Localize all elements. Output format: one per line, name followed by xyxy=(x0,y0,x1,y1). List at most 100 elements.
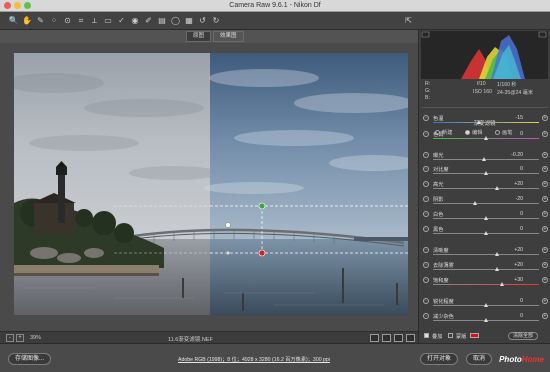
slider-track[interactable] xyxy=(433,269,539,270)
slider-knob[interactable] xyxy=(484,136,488,140)
export-icon[interactable]: ⇱ xyxy=(403,15,414,26)
increase-icon[interactable]: + xyxy=(542,196,548,202)
slider-knob[interactable] xyxy=(499,282,504,286)
increase-icon[interactable]: + xyxy=(542,262,548,268)
decrease-icon[interactable]: - xyxy=(423,226,429,232)
overlay-checkbox[interactable] xyxy=(424,333,429,338)
slider-value[interactable]: 0 xyxy=(520,226,523,232)
spot-removal-icon[interactable]: ✓ xyxy=(116,15,127,26)
slider-knob[interactable] xyxy=(473,201,478,205)
slider-track[interactable] xyxy=(433,188,539,189)
slider-knob[interactable] xyxy=(494,267,499,271)
workflow-options-link[interactable]: Adobe RGB (1998)；8 位；4928 x 3280 (16.2 百… xyxy=(178,356,330,363)
increase-icon[interactable]: + xyxy=(542,131,548,137)
slider-knob[interactable] xyxy=(494,252,499,256)
decrease-icon[interactable]: - xyxy=(423,313,429,319)
slider-value[interactable]: 0 xyxy=(520,298,523,304)
slider-track[interactable] xyxy=(433,159,539,160)
increase-icon[interactable]: + xyxy=(542,152,548,158)
slider-value[interactable]: 0 xyxy=(520,166,523,172)
slider-value[interactable]: -20 xyxy=(516,196,524,202)
overlay-color-swatch[interactable] xyxy=(470,333,479,338)
hand-icon[interactable]: ✋ xyxy=(22,15,33,26)
increase-icon[interactable]: + xyxy=(542,277,548,283)
slider-knob[interactable] xyxy=(484,318,488,322)
increase-icon[interactable]: + xyxy=(542,166,548,172)
slider-value[interactable]: -15 xyxy=(516,115,524,121)
slider-row[interactable]: - 黑色 0 + xyxy=(419,226,550,236)
panel-tabs[interactable] xyxy=(421,107,548,114)
slider-row[interactable]: - 锐化程度 0 + xyxy=(419,298,550,308)
slider-value[interactable]: +20 xyxy=(514,181,523,187)
slider-value[interactable]: 0 xyxy=(520,131,523,137)
increase-icon[interactable]: + xyxy=(542,313,548,319)
slider-row[interactable]: - 高光 +20 + xyxy=(419,181,550,191)
open-object-button[interactable]: 打开对象 xyxy=(420,353,459,365)
clear-all-button[interactable]: 清除全部 xyxy=(508,332,539,340)
increase-icon[interactable]: + xyxy=(542,211,548,217)
decrease-icon[interactable]: - xyxy=(423,166,429,172)
increase-icon[interactable]: + xyxy=(542,298,548,304)
slider-knob[interactable] xyxy=(476,120,481,124)
cancel-button[interactable]: 取消 xyxy=(466,353,493,365)
slider-row[interactable]: - 阴影 -20 + xyxy=(419,196,550,206)
photo-preview[interactable] xyxy=(14,53,408,315)
graduated-filter-icon[interactable]: ▤ xyxy=(157,15,168,26)
mask-checkbox[interactable] xyxy=(448,333,453,338)
slider-row[interactable]: - 去除薄雾 +20 + xyxy=(419,262,550,272)
decrease-icon[interactable]: - xyxy=(423,262,429,268)
decrease-icon[interactable]: - xyxy=(423,247,429,253)
slider-row[interactable]: - 对比度 0 + xyxy=(419,166,550,176)
slider-value[interactable]: -0.20 xyxy=(511,152,523,158)
decrease-icon[interactable]: - xyxy=(423,152,429,158)
adjustment-brush-icon[interactable]: ✐ xyxy=(143,15,154,26)
decrease-icon[interactable]: - xyxy=(423,131,429,137)
slider-row[interactable]: - 白色 0 + xyxy=(419,211,550,221)
increase-icon[interactable]: + xyxy=(542,226,548,232)
preferences-icon[interactable]: ▦ xyxy=(184,15,195,26)
slider-track[interactable] xyxy=(433,254,539,255)
slider-value[interactable]: 0 xyxy=(520,211,523,217)
decrease-icon[interactable]: - xyxy=(423,277,429,283)
slider-track[interactable] xyxy=(433,203,539,204)
save-image-button[interactable]: 存储图像... xyxy=(8,353,52,365)
slider-row[interactable]: - 清晰度 +20 + xyxy=(419,247,550,257)
white-balance-icon[interactable]: ✎ xyxy=(35,15,46,26)
decrease-icon[interactable]: - xyxy=(423,115,429,121)
radial-filter-icon[interactable]: ◯ xyxy=(170,15,181,26)
slider-track[interactable] xyxy=(433,284,539,285)
transform-icon[interactable]: ▭ xyxy=(103,15,114,26)
slider-knob[interactable] xyxy=(484,216,488,220)
straighten-icon[interactable]: ⟂ xyxy=(89,15,100,26)
decrease-icon[interactable]: - xyxy=(423,211,429,217)
slider-row[interactable]: - 曝光 -0.20 + xyxy=(419,152,550,162)
increase-icon[interactable]: + xyxy=(542,115,548,121)
increase-icon[interactable]: + xyxy=(542,181,548,187)
slider-knob[interactable] xyxy=(494,186,499,190)
color-sampler-icon[interactable]: ⁘ xyxy=(49,15,60,26)
decrease-icon[interactable]: - xyxy=(423,298,429,304)
rotate-left-icon[interactable]: ↺ xyxy=(197,15,208,26)
target-adjust-icon[interactable]: ⊙ xyxy=(62,15,73,26)
decrease-icon[interactable]: - xyxy=(423,181,429,187)
slider-row[interactable]: - 色调 0 + xyxy=(419,131,550,141)
slider-row[interactable]: - 减少杂色 0 + xyxy=(419,313,550,323)
slider-value[interactable]: +20 xyxy=(514,262,523,268)
slider-value[interactable]: 0 xyxy=(520,313,523,319)
after-tab[interactable]: 效果图 xyxy=(213,31,244,42)
red-eye-icon[interactable]: ◉ xyxy=(130,15,141,26)
slider-track[interactable] xyxy=(433,122,539,123)
slider-knob[interactable] xyxy=(484,171,488,175)
slider-knob[interactable] xyxy=(481,157,486,161)
slider-knob[interactable] xyxy=(484,303,488,307)
image-canvas[interactable] xyxy=(0,43,418,331)
decrease-icon[interactable]: - xyxy=(423,196,429,202)
slider-knob[interactable] xyxy=(484,231,488,235)
slider-value[interactable]: +20 xyxy=(514,247,523,253)
zoom-icon[interactable]: 🔍 xyxy=(8,15,19,26)
increase-icon[interactable]: + xyxy=(542,247,548,253)
before-tab[interactable]: 原图 xyxy=(186,31,212,42)
rotate-right-icon[interactable]: ↻ xyxy=(211,15,222,26)
slider-value[interactable]: +30 xyxy=(514,277,523,283)
crop-icon[interactable]: ⌗ xyxy=(76,15,87,26)
